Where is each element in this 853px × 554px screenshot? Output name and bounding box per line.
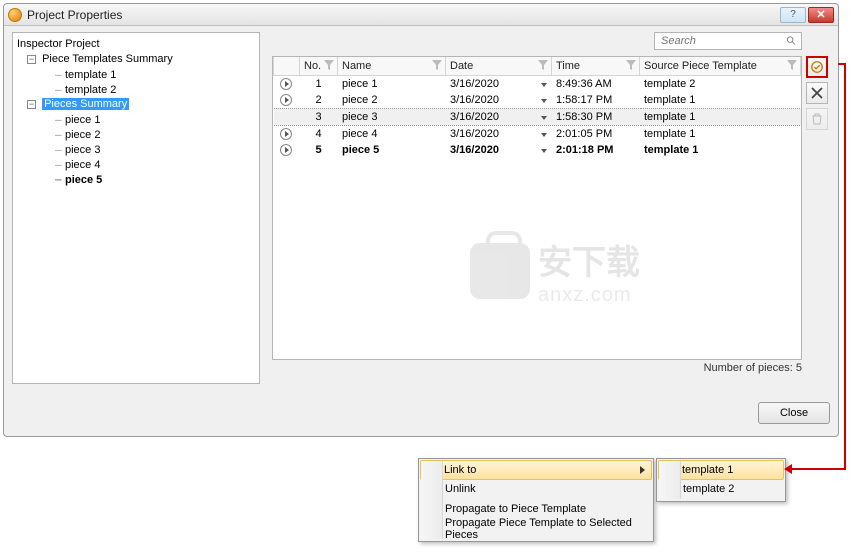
menu-link-to[interactable]: Link to — [420, 460, 652, 480]
play-icon[interactable] — [280, 144, 292, 156]
tree-root[interactable]: Inspector Project — [13, 37, 259, 52]
annotation-line — [790, 468, 846, 470]
tree-item-piece4[interactable]: —piece 4 — [13, 157, 259, 172]
context-menu[interactable]: Link to Unlink Propagate to Piece Templa… — [418, 458, 654, 542]
tree-item-piece2[interactable]: —piece 2 — [13, 127, 259, 142]
col-no[interactable]: No. — [300, 57, 338, 75]
window-close-button[interactable]: ✕ — [808, 7, 834, 23]
right-panel: No. Name Date Time — [272, 32, 830, 384]
search-box[interactable] — [654, 32, 802, 50]
filter-icon[interactable] — [626, 60, 636, 70]
dropdown-icon[interactable] — [541, 133, 547, 137]
submenu-arrow-icon — [640, 466, 645, 474]
tree-item-template1[interactable]: —template 1 — [13, 67, 259, 82]
close-button[interactable]: Close — [758, 402, 830, 424]
side-toolbar — [806, 56, 830, 130]
trash-button[interactable] — [806, 108, 828, 130]
table-row[interactable]: 4piece 43/16/20202:01:05 PMtemplate 1 — [274, 125, 801, 142]
menu-propagate[interactable]: Propagate to Piece Template — [421, 499, 651, 519]
annotation-line — [844, 63, 846, 470]
filter-icon[interactable] — [787, 60, 797, 70]
menu-unlink[interactable]: Unlink — [421, 479, 651, 499]
pieces-table[interactable]: No. Name Date Time — [272, 56, 802, 360]
play-icon[interactable] — [280, 128, 292, 140]
help-button[interactable]: ? — [780, 7, 806, 23]
table-row[interactable]: 1piece 13/16/20208:49:36 AMtemplate 2 — [274, 75, 801, 92]
search-input[interactable] — [659, 34, 786, 48]
submenu-template1[interactable]: template 1 — [658, 460, 784, 480]
search-icon — [786, 35, 797, 47]
filter-icon[interactable] — [538, 60, 548, 70]
link-icon — [810, 60, 824, 74]
window-title: Project Properties — [27, 8, 122, 22]
status-text: Number of pieces: 5 — [704, 362, 802, 374]
menu-propagate-selected[interactable]: Propagate Piece Template to Selected Pie… — [421, 519, 651, 539]
table-row[interactable]: 5piece 53/16/20202:01:18 PMtemplate 1 — [274, 142, 801, 158]
col-date[interactable]: Date — [446, 57, 552, 75]
col-name[interactable]: Name — [338, 57, 446, 75]
col-time[interactable]: Time — [552, 57, 640, 75]
tree-item-template2[interactable]: —template 2 — [13, 82, 259, 97]
trash-icon — [811, 113, 823, 125]
titlebar[interactable]: Project Properties ? ✕ — [4, 4, 838, 26]
play-icon[interactable] — [280, 94, 292, 106]
tree-item-piece3[interactable]: —piece 3 — [13, 142, 259, 157]
filter-icon[interactable] — [324, 60, 334, 70]
annotation-arrow-icon — [784, 464, 792, 474]
delete-button[interactable] — [806, 82, 828, 104]
link-button[interactable] — [806, 56, 828, 78]
collapse-icon[interactable]: − — [27, 100, 36, 109]
tree-item-piece1[interactable]: —piece 1 — [13, 112, 259, 127]
play-icon[interactable] — [280, 78, 292, 90]
tree-node-pieces-summary[interactable]: − Pieces Summary — [13, 97, 259, 112]
collapse-icon[interactable]: − — [27, 55, 36, 64]
table-row[interactable]: 3piece 33/16/20201:58:30 PMtemplate 1 — [274, 108, 801, 125]
dropdown-icon[interactable] — [541, 99, 547, 103]
link-to-submenu[interactable]: template 1 template 2 — [656, 458, 786, 502]
x-icon — [811, 87, 823, 99]
app-icon — [8, 8, 22, 22]
filter-icon[interactable] — [432, 60, 442, 70]
tree-node-templates-summary[interactable]: − Piece Templates Summary — [13, 52, 259, 67]
col-icon[interactable] — [274, 57, 300, 75]
dropdown-icon[interactable] — [541, 149, 547, 153]
tree-panel[interactable]: Inspector Project − Piece Templates Summ… — [12, 32, 260, 384]
col-source[interactable]: Source Piece Template — [640, 57, 801, 75]
table-row[interactable]: 2piece 23/16/20201:58:17 PMtemplate 1 — [274, 92, 801, 109]
dropdown-icon[interactable] — [541, 116, 547, 120]
project-properties-window: Project Properties ? ✕ Inspector Project… — [3, 3, 839, 437]
submenu-template2[interactable]: template 2 — [659, 479, 783, 499]
dropdown-icon[interactable] — [541, 83, 547, 87]
tree-item-piece5[interactable]: —piece 5 — [13, 172, 259, 187]
